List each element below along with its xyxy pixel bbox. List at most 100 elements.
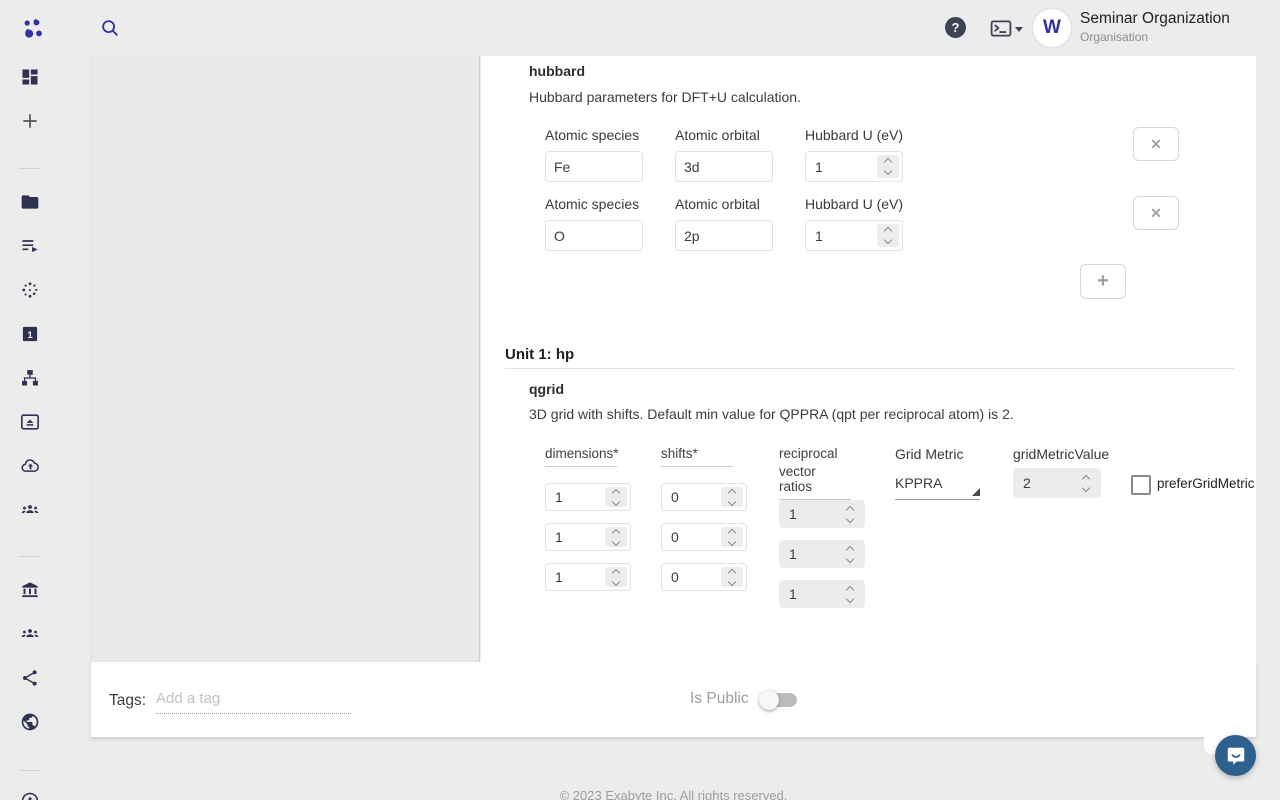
terminal-menu-button[interactable] <box>990 20 1023 37</box>
close-icon: ✕ <box>1150 205 1162 222</box>
topbar: ? W Seminar Organization Organisation <box>0 0 1280 56</box>
sidebar-item-team[interactable] <box>0 499 60 521</box>
sidebar-item-create[interactable] <box>0 110 60 132</box>
atomic-species-input[interactable] <box>545 220 643 251</box>
shifts-input[interactable]: 0 <box>661 563 747 591</box>
sidebar-divider <box>19 770 41 771</box>
hubbard-u-label: Hubbard U (eV) <box>805 196 903 212</box>
toggle-knob <box>759 690 779 710</box>
add-row-button[interactable]: + <box>1080 264 1126 299</box>
remove-row-button[interactable]: ✕ <box>1133 196 1179 230</box>
dimensions-input[interactable]: 1 <box>545 563 631 591</box>
atomic-species-input[interactable] <box>545 151 643 182</box>
org-type: Organisation <box>1080 29 1230 45</box>
number-spinner[interactable] <box>605 567 627 587</box>
grid-metric-value-input: 2 <box>1013 468 1101 498</box>
designer-left-panel <box>91 56 480 662</box>
sidebar-item-cloud-upload[interactable] <box>0 455 60 477</box>
group-icon <box>19 624 41 644</box>
chevron-down-icon <box>1015 27 1023 32</box>
dashboard-icon <box>20 67 40 87</box>
prefer-grid-metric-checkbox[interactable] <box>1131 475 1151 495</box>
chat-bubble-icon <box>1225 745 1247 767</box>
sidebar: 1 <box>0 56 60 800</box>
dimensions-label: dimensions* <box>545 446 617 467</box>
remove-row-button[interactable]: ✕ <box>1133 127 1179 161</box>
dimensions-input[interactable]: 1 <box>545 523 631 551</box>
qgrid-title: qgrid <box>529 381 564 397</box>
terminal-icon <box>990 20 1012 37</box>
sidebar-divider <box>19 556 41 557</box>
bank-icon <box>20 580 40 600</box>
sidebar-item-members[interactable] <box>0 623 60 645</box>
account-icon <box>20 791 40 800</box>
sidebar-item-unit[interactable]: 1 <box>0 323 60 345</box>
tags-bar: Tags: Is Public <box>91 662 1256 737</box>
sidebar-item-public[interactable] <box>0 711 60 733</box>
number-spinner[interactable] <box>721 527 743 547</box>
atomic-species-label: Atomic species <box>545 196 639 212</box>
sidebar-item-workflows[interactable] <box>0 235 60 257</box>
atomic-orbital-input[interactable] <box>675 151 773 182</box>
hubbard-title: hubbard <box>529 63 585 79</box>
hubbard-description: Hubbard parameters for DFT+U calculation… <box>529 89 801 105</box>
number-spinner[interactable] <box>605 487 627 507</box>
grid-metric-select[interactable]: KPPRA <box>895 475 980 500</box>
unit-heading: Unit 1: hp <box>505 346 574 363</box>
add-icon <box>20 111 40 131</box>
org-avatar[interactable]: W <box>1033 9 1071 47</box>
hubbard-u-input[interactable]: 1 <box>805 220 903 251</box>
number-spinner[interactable] <box>721 567 743 587</box>
number-spinner[interactable] <box>721 487 743 507</box>
help-glyph: ? <box>952 20 960 35</box>
dimensions-input[interactable]: 1 <box>545 483 631 511</box>
sitemap-icon <box>20 368 40 388</box>
sidebar-item-dashboard[interactable] <box>0 66 60 88</box>
avatar-letter: W <box>1043 17 1061 39</box>
sidebar-item-materials-cluster[interactable] <box>0 279 60 301</box>
number-spinner[interactable] <box>877 155 899 178</box>
grid-metric-selected: KPPRA <box>895 475 942 491</box>
chat-launcher-button[interactable] <box>1215 735 1256 776</box>
shifts-label: shifts* <box>661 446 733 467</box>
number-spinner <box>839 504 861 524</box>
app-logo-icon[interactable] <box>22 17 46 41</box>
sidebar-item-import[interactable] <box>0 411 60 433</box>
prefer-grid-metric-label: preferGridMetric <box>1157 476 1255 491</box>
hubbard-u-input[interactable]: 1 <box>805 151 903 182</box>
atomic-orbital-label: Atomic orbital <box>675 196 760 212</box>
sidebar-divider <box>19 168 41 169</box>
number-spinner[interactable] <box>877 224 899 247</box>
cluster-dots-icon <box>20 280 40 300</box>
grid-metric-value-label: gridMetricValue <box>1013 446 1109 462</box>
share-icon <box>20 668 40 688</box>
atomic-orbital-input[interactable] <box>675 220 773 251</box>
help-icon[interactable]: ? <box>945 17 966 38</box>
add-tag-input[interactable] <box>156 686 351 714</box>
sidebar-item-organization[interactable] <box>0 579 60 601</box>
reciprocal-ratio-input: 1 <box>779 540 865 568</box>
shifts-input[interactable]: 0 <box>661 523 747 551</box>
org-block: Seminar Organization Organisation <box>1080 9 1230 45</box>
number-spinner <box>839 584 861 604</box>
sidebar-item-share[interactable] <box>0 667 60 689</box>
shifts-input[interactable]: 0 <box>661 483 747 511</box>
card-eject-icon <box>20 412 40 432</box>
divider <box>505 368 1234 369</box>
cloud-upload-icon <box>20 456 41 476</box>
hubbard-u-label: Hubbard U (eV) <box>805 127 903 143</box>
svg-text:1: 1 <box>27 330 32 340</box>
number-spinner[interactable] <box>605 527 627 547</box>
team-icon <box>19 500 41 520</box>
sidebar-item-account[interactable] <box>0 790 60 800</box>
is-public-label: Is Public <box>690 690 749 708</box>
sidebar-item-flowchart[interactable] <box>0 367 60 389</box>
atomic-orbital-label: Atomic orbital <box>675 127 760 143</box>
close-icon: ✕ <box>1150 136 1162 153</box>
is-public-toggle[interactable] <box>763 693 797 707</box>
copyright-text: © 2023 Exabyte Inc. All rights reserved. <box>91 788 1256 800</box>
sidebar-item-projects[interactable] <box>0 191 60 213</box>
search-icon[interactable] <box>99 17 121 39</box>
qgrid-description: 3D grid with shifts. Default min value f… <box>529 406 1014 422</box>
reciprocal-vector-ratios-label: reciprocal vector ratios <box>779 446 851 500</box>
